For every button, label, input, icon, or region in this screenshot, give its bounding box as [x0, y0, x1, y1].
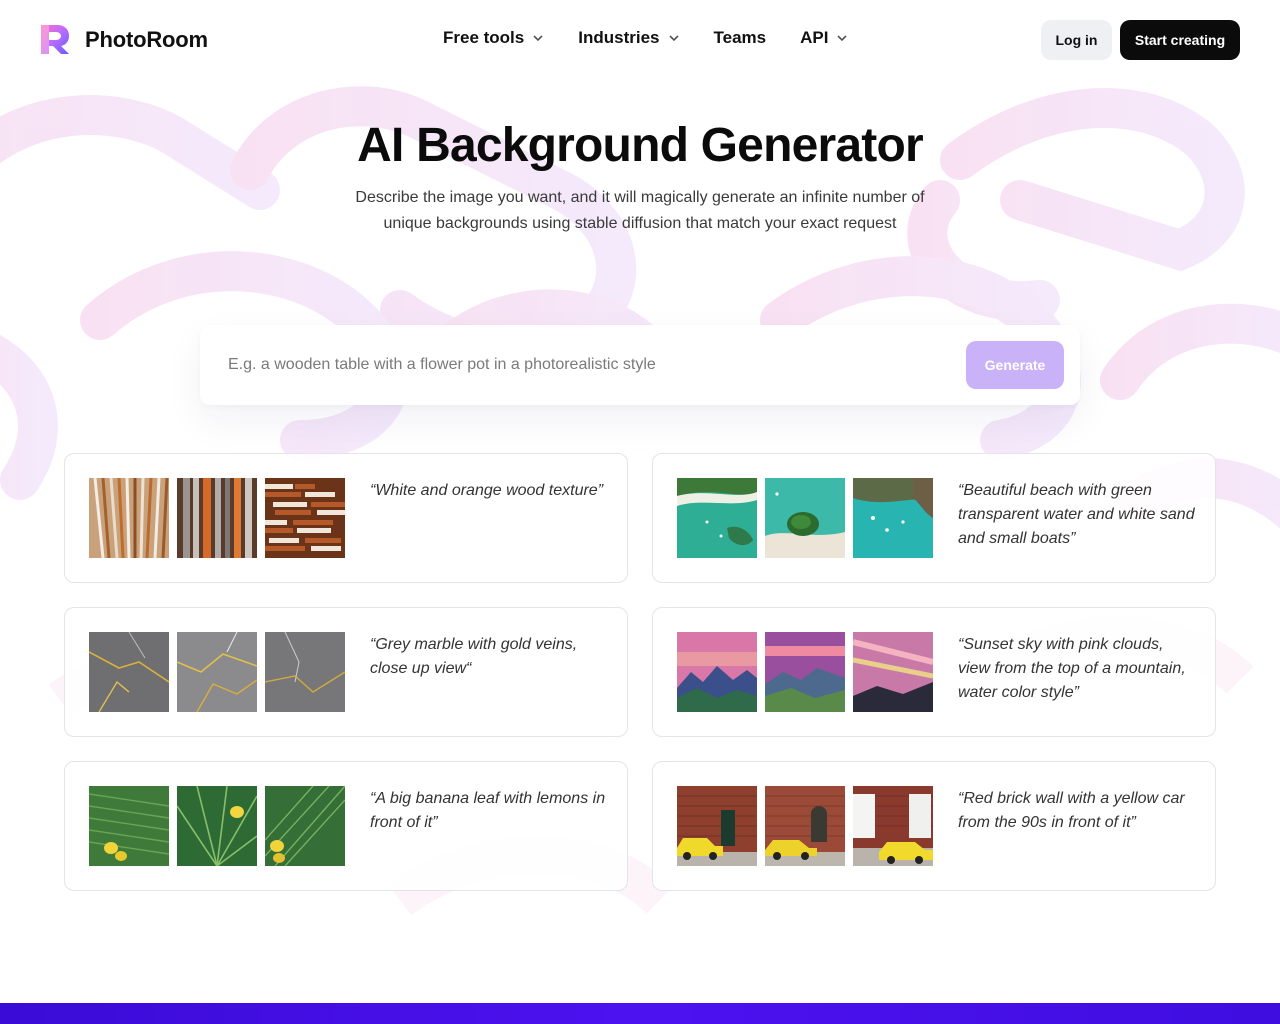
example-image [265, 632, 345, 712]
page-title: AI Background Generator [357, 119, 924, 172]
nav-item-industries[interactable]: Industries [578, 28, 679, 48]
example-image [853, 632, 933, 712]
nav-item-teams[interactable]: Teams [714, 28, 767, 48]
nav-item-api[interactable]: API [800, 28, 848, 48]
example-prompt: “Red brick wall with a yellow car from t… [958, 790, 1185, 831]
brand-logo[interactable]: PhotoRoom [39, 23, 208, 56]
example-image [89, 786, 169, 866]
nav-label: API [800, 28, 829, 47]
example-image [853, 786, 933, 866]
example-image [177, 478, 257, 558]
example-image [677, 632, 757, 712]
photoroom-logo-icon [41, 25, 69, 54]
example-image [89, 478, 169, 558]
example-image [177, 632, 257, 712]
example-image [177, 786, 257, 866]
chevron-down-icon [668, 35, 679, 42]
nav-item-free-tools[interactable]: Free tools [443, 28, 544, 48]
prompt-box: Generate [200, 325, 1080, 405]
example-prompt: “Beautiful beach with green transparent … [958, 482, 1195, 547]
login-button[interactable]: Log in [1041, 20, 1112, 60]
example-prompt: “A big banana leaf with lemons in front … [370, 790, 606, 831]
prompt-input[interactable] [220, 345, 950, 385]
example-thumbnails [89, 478, 345, 558]
example-card-marble[interactable]: “Grey marble with gold veins, close up v… [64, 607, 628, 737]
example-thumbnails [677, 786, 933, 866]
nav-label: Free tools [443, 28, 525, 47]
example-prompt: “Sunset sky with pink clouds, view from … [958, 636, 1186, 701]
example-thumbnails [89, 786, 345, 866]
nav-label: Teams [713, 28, 767, 47]
example-image [853, 478, 933, 558]
example-image [677, 786, 757, 866]
example-card-sunset[interactable]: “Sunset sky with pink clouds, view from … [652, 607, 1216, 737]
site-header: PhotoRoom Free tools Industries Teams AP… [0, 0, 1280, 80]
example-card-leaf[interactable]: “A big banana leaf with lemons in front … [64, 761, 628, 891]
example-image [265, 786, 345, 866]
start-creating-button[interactable]: Start creating [1120, 20, 1240, 60]
main-nav: Free tools Industries Teams API [443, 28, 882, 48]
example-thumbnails [677, 478, 933, 558]
generate-button[interactable]: Generate [966, 341, 1064, 389]
example-prompt: “White and orange wood texture” [370, 482, 604, 499]
chevron-down-icon [533, 35, 543, 42]
example-prompt: “Grey marble with gold veins, close up v… [370, 636, 578, 677]
example-image [765, 786, 845, 866]
brand-name: PhotoRoom [85, 26, 208, 52]
example-card-beach[interactable]: “Beautiful beach with green transparent … [652, 453, 1216, 583]
example-image [89, 632, 169, 712]
example-thumbnails [677, 632, 933, 712]
nav-label: Industries [578, 28, 660, 47]
example-image [265, 478, 345, 558]
example-image [765, 478, 845, 558]
example-thumbnails [89, 632, 345, 712]
example-card-wood[interactable]: “White and orange wood texture” [64, 453, 628, 583]
footer-band [0, 1003, 1280, 1024]
page-subtitle: Describe the image you want, and it will… [355, 189, 925, 232]
example-image [677, 478, 757, 558]
example-image [765, 632, 845, 712]
example-card-brick[interactable]: “Red brick wall with a yellow car from t… [652, 761, 1216, 891]
chevron-down-icon [837, 35, 848, 42]
